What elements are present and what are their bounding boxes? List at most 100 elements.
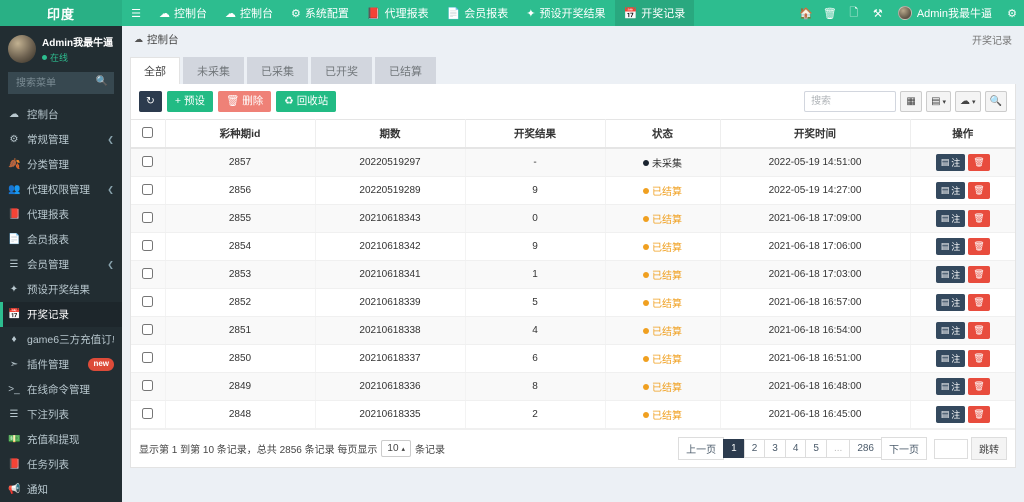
home-icon[interactable]: 🏠 — [794, 0, 818, 26]
view-bets-button[interactable]: ▤ 注 — [935, 322, 966, 339]
topnav-item-3[interactable]: 📕 代理报表 — [358, 0, 438, 26]
topnav-item-2[interactable]: ⚙ 系统配置 — [282, 0, 358, 26]
page-jump-input[interactable] — [934, 438, 968, 459]
sidebar-item-general-management[interactable]: ⚙ 常规管理 ❮ — [0, 127, 122, 152]
select-all-checkbox[interactable] — [142, 126, 154, 138]
delete-row-button[interactable]: 🗑 — [968, 182, 990, 199]
sidebar-item-notification[interactable]: 📢 通知 — [0, 477, 122, 502]
sidebar-item-agent-permission[interactable]: 👥 代理权限管理 ❮ — [0, 177, 122, 202]
tab-all[interactable]: 全部 — [130, 57, 180, 84]
table-row[interactable]: 2853 20210618341 1 已结算 2021-06-18 17:03:00 ▤ 注… — [131, 260, 1015, 289]
grid-icon[interactable]: ▤ ▾ — [926, 91, 952, 112]
page-button-2[interactable]: 2 — [743, 439, 766, 458]
row-checkbox[interactable] — [142, 211, 154, 223]
column-header-id[interactable]: 彩种期id — [165, 119, 316, 149]
sidebar-user-panel[interactable]: Admin我最牛逼 在线 — [0, 26, 122, 70]
row-checkbox[interactable] — [142, 239, 154, 251]
page-button-1[interactable]: 1 — [723, 439, 745, 458]
sidebar-item-preset-results[interactable]: ✦ 预设开奖结果 — [0, 277, 122, 302]
tab-uncollected[interactable]: 未采集 — [183, 57, 244, 84]
table-row[interactable]: 2855 20210618343 0 已结算 2021-06-18 17:09:00 ▤ 注… — [131, 204, 1015, 233]
delete-row-button[interactable]: 🗑 — [968, 266, 990, 283]
delete-row-button[interactable]: 🗑 — [968, 378, 990, 395]
table-row[interactable]: 2849 20210618336 8 已结算 2021-06-18 16:48:00 ▤ 注… — [131, 372, 1015, 401]
wrench-icon[interactable]: ⚒ — [866, 0, 890, 26]
recycle-bin-button[interactable]: ♻ 回收站 — [276, 91, 337, 112]
delete-row-button[interactable]: 🗑 — [968, 350, 990, 367]
topnav-item-0[interactable]: ☁ 控制台 — [150, 0, 216, 26]
delete-row-button[interactable]: 🗑 — [968, 238, 990, 255]
view-bets-button[interactable]: ▤ 注 — [935, 238, 966, 255]
tab-settled[interactable]: 已结算 — [375, 57, 436, 84]
row-checkbox[interactable] — [142, 155, 154, 167]
search-icon[interactable]: 🔍 — [984, 91, 1007, 112]
table-row[interactable]: 2857 20220519297- 未采集 2022-05-19 14:51:00 ▤ 注… — [131, 148, 1015, 177]
page-jump-button[interactable]: 跳转 — [971, 437, 1007, 460]
sidebar-item-member-management[interactable]: ☰ 会员管理 ❮ — [0, 252, 122, 277]
row-checkbox[interactable] — [142, 295, 154, 307]
sidebar-item-lottery-records[interactable]: 📅 开奖记录 — [0, 302, 122, 327]
topnav-item-4[interactable]: 📄 会员报表 — [438, 0, 518, 26]
sidebar-item-agent-report[interactable]: 📕 代理报表 — [0, 202, 122, 227]
row-checkbox[interactable] — [142, 323, 154, 335]
row-checkbox[interactable] — [142, 379, 154, 391]
column-header-status[interactable]: 状态 — [605, 119, 721, 149]
sidebar-item-dashboard[interactable]: ☁ 控制台 — [0, 102, 122, 127]
delete-row-button[interactable]: 🗑 — [968, 154, 990, 171]
column-header-operations[interactable]: 操作 — [910, 119, 1015, 149]
delete-row-button[interactable]: 🗑 — [968, 406, 990, 423]
refresh-button[interactable]: ↻ — [139, 91, 162, 112]
page-button-5[interactable]: 5 — [805, 439, 827, 458]
row-checkbox[interactable] — [142, 183, 154, 195]
next-page-button[interactable]: 下一页 — [881, 437, 927, 460]
export-icon[interactable]: ☁ ▾ — [955, 91, 981, 112]
sidebar-item-online-command[interactable]: >_ 在线命令管理 — [0, 377, 122, 402]
search-input[interactable] — [804, 91, 897, 112]
sidebar-item-game6-orders[interactable]: ♦ game6三方充值订单 — [0, 327, 122, 352]
topnav-item-1[interactable]: ☁ 控制台 — [216, 0, 282, 26]
trash-icon[interactable]: 🗑 — [818, 0, 842, 26]
view-bets-button[interactable]: ▤ 注 — [935, 182, 966, 199]
view-bets-button[interactable]: ▤ 注 — [935, 266, 966, 283]
sidebar-item-task-list[interactable]: 📕 任务列表 — [0, 452, 122, 477]
delete-row-button[interactable]: 🗑 — [968, 210, 990, 227]
sidebar-toggle-icon[interactable]: ☰ — [122, 0, 150, 26]
column-header-time[interactable]: 开奖时间 — [720, 119, 911, 149]
breadcrumb-label[interactable]: 控制台 — [147, 32, 179, 47]
add-preset-button[interactable]: + 预设 — [166, 91, 213, 112]
table-row[interactable]: 2851 20210618338 4 已结算 2021-06-18 16:54:00 ▤ 注… — [131, 316, 1015, 345]
brand-logo[interactable]: 印度 — [0, 0, 122, 26]
sidebar-item-member-report[interactable]: 📄 会员报表 — [0, 227, 122, 252]
sidebar-item-bet-list[interactable]: ☰ 下注列表 — [0, 402, 122, 427]
row-checkbox[interactable] — [142, 407, 154, 419]
column-header-period[interactable]: 期数 — [315, 119, 466, 149]
page-button-3[interactable]: 3 — [764, 439, 786, 458]
view-bets-button[interactable]: ▤ 注 — [935, 210, 966, 227]
prev-page-button[interactable]: 上一页 — [678, 437, 725, 460]
table-row[interactable]: 2854 20210618342 9 已结算 2021-06-18 17:06:00 ▤ 注… — [131, 232, 1015, 261]
view-bets-button[interactable]: ▤ 注 — [935, 154, 966, 171]
table-row[interactable]: 2856 20220519289 9 已结算 2022-05-19 14:27:00 ▤ 注… — [131, 176, 1015, 205]
view-bets-button[interactable]: ▤ 注 — [935, 350, 966, 367]
topnav-user-menu[interactable]: Admin我最牛逼 — [890, 5, 1000, 21]
delete-button[interactable]: 🗑 删除 — [217, 91, 272, 112]
columns-icon[interactable]: ▦ — [900, 91, 923, 112]
search-icon[interactable]: 🔍 — [96, 76, 108, 87]
delete-row-button[interactable]: 🗑 — [968, 294, 990, 311]
view-bets-button[interactable]: ▤ 注 — [935, 294, 966, 311]
sidebar-item-category-management[interactable]: 🍂 分类管理 — [0, 152, 122, 177]
file-icon[interactable]: 🗋 — [842, 0, 866, 26]
row-checkbox[interactable] — [142, 267, 154, 279]
view-bets-button[interactable]: ▤ 注 — [935, 406, 966, 423]
table-row[interactable]: 2848 20210618335 2 已结算 2021-06-18 16:45:00 ▤ 注… — [131, 400, 1015, 429]
table-row[interactable]: 2850 20210618337 6 已结算 2021-06-18 16:51:00 ▤ 注… — [131, 344, 1015, 373]
tab-collected[interactable]: 已采集 — [247, 57, 308, 84]
view-bets-button[interactable]: ▤ 注 — [935, 378, 966, 395]
sidebar-item-plugin-management[interactable]: ➣ 插件管理 new — [0, 352, 122, 377]
page-button-last[interactable]: 286 — [849, 439, 882, 458]
column-header-result[interactable]: 开奖结果 — [465, 119, 606, 149]
cogs-icon[interactable]: ⚙ — [1000, 0, 1024, 26]
table-row[interactable]: 2852 20210618339 5 已结算 2021-06-18 16:57:00 ▤ 注… — [131, 288, 1015, 317]
delete-row-button[interactable]: 🗑 — [968, 322, 990, 339]
topnav-item-5[interactable]: ✦ 预设开奖结果 — [517, 0, 614, 26]
